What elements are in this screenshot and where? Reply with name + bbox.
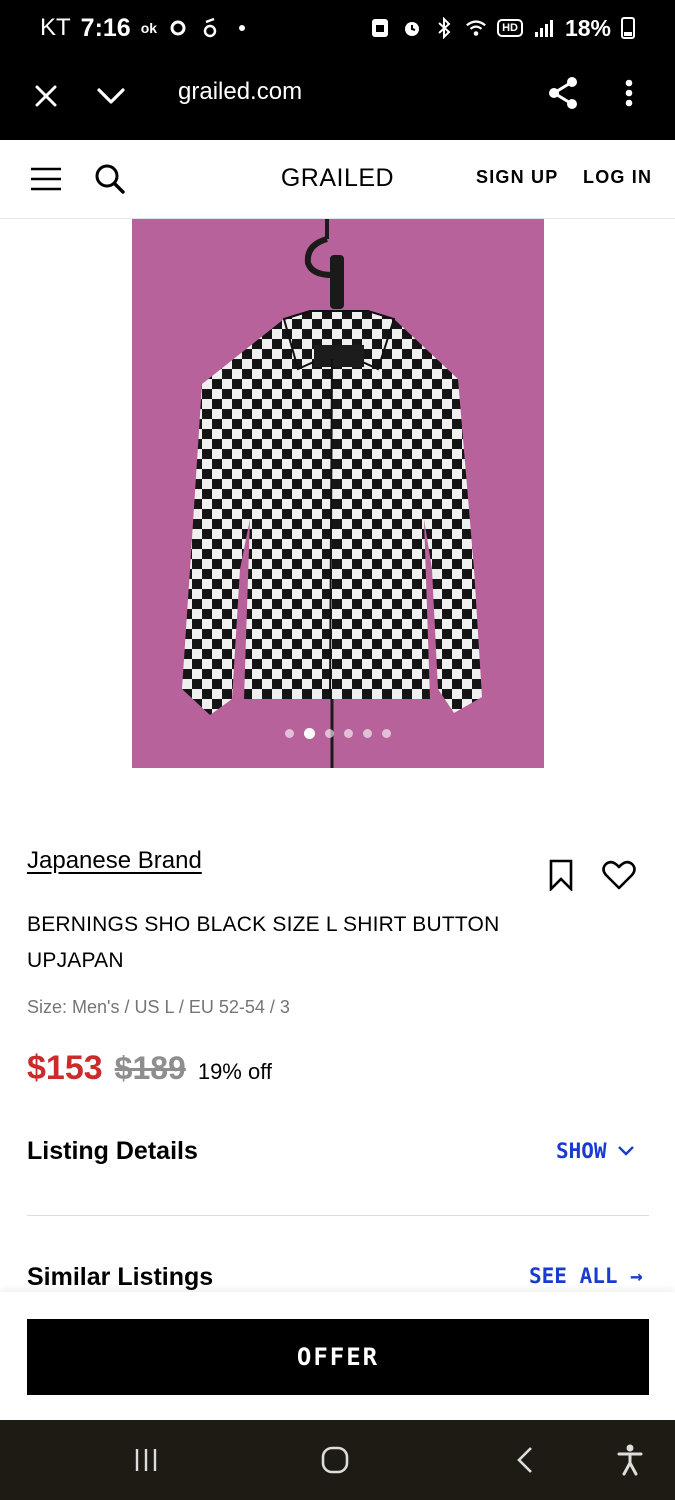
carousel-dot[interactable] — [344, 729, 353, 738]
product-size: Size: Men's / US L / EU 52-54 / 3 — [27, 997, 290, 1017]
system-nav-bar — [0, 1420, 675, 1500]
carousel-dot[interactable] — [325, 729, 334, 738]
carrier-label: KT — [40, 14, 71, 41]
bluetooth-icon — [433, 17, 455, 39]
more-icon[interactable] — [614, 76, 644, 110]
accessibility-icon[interactable] — [610, 1440, 650, 1480]
chevron-down-icon — [617, 1146, 634, 1156]
signal-icon — [533, 17, 555, 39]
battery-percent: 18% — [564, 14, 611, 41]
see-all-link[interactable]: SEE ALL → — [529, 1264, 643, 1288]
save-icon — [369, 17, 391, 39]
show-details-button[interactable]: SHOW — [556, 1139, 635, 1163]
product-title: BERNINGS SHO BLACK SIZE L SHIRT BUTTON U… — [27, 913, 500, 972]
home-icon[interactable] — [315, 1440, 355, 1480]
divider — [27, 1215, 649, 1216]
search-icon[interactable] — [93, 162, 127, 196]
discount-label: 19% off — [197, 1059, 273, 1084]
recent-apps-icon[interactable] — [126, 1440, 166, 1480]
url-text[interactable]: grailed.com — [178, 78, 302, 106]
heart-icon[interactable] — [602, 858, 636, 892]
site-header: GRAILED SIGN UP LOG IN — [0, 140, 675, 219]
carousel-dot[interactable] — [382, 729, 391, 738]
notification-app-icon — [199, 17, 221, 39]
carousel-dot-active[interactable] — [304, 728, 315, 739]
alarm-icon — [401, 17, 423, 39]
status-bar: KT 7:16 ok HD 18% — [0, 0, 675, 56]
offer-button[interactable]: OFFER — [27, 1319, 649, 1395]
wifi-icon — [465, 17, 487, 39]
dot-icon — [231, 17, 253, 39]
offer-bar: OFFER — [0, 1292, 675, 1420]
carousel-dot[interactable] — [363, 729, 372, 738]
brand-logo[interactable]: GRAILED — [281, 164, 394, 192]
product-photo — [182, 219, 482, 768]
back-icon[interactable] — [505, 1440, 545, 1480]
status-right: HD 18% — [369, 15, 635, 42]
bookmark-icon[interactable] — [544, 858, 578, 892]
log-in-link[interactable]: LOG IN — [583, 167, 652, 188]
similar-listings-heading: Similar Listings — [27, 1263, 214, 1291]
hd-badge: HD — [497, 19, 523, 37]
listing-details-heading: Listing Details — [27, 1137, 198, 1165]
original-price: $189 — [114, 1050, 186, 1086]
notification-ok: ok — [140, 20, 158, 36]
designer-link[interactable]: Japanese Brand — [27, 847, 202, 875]
notification-icon — [167, 17, 189, 39]
status-left: KT 7:16 ok — [40, 14, 253, 43]
carousel-dot[interactable] — [285, 729, 294, 738]
status-time: 7:16 — [80, 13, 131, 42]
browser-toolbar: grailed.com — [0, 56, 675, 140]
sign-up-link[interactable]: SIGN UP — [476, 167, 558, 188]
close-icon[interactable] — [30, 80, 62, 112]
chevron-down-icon[interactable] — [94, 80, 128, 112]
show-details-label: SHOW — [556, 1139, 607, 1163]
battery-icon — [621, 17, 635, 39]
carousel-dots[interactable] — [132, 728, 544, 739]
menu-icon[interactable] — [28, 164, 64, 194]
current-price: $153 — [27, 1049, 103, 1087]
product-image-carousel[interactable] — [132, 219, 544, 768]
share-icon[interactable] — [545, 74, 581, 112]
price-row: $153 $189 19% off — [27, 1049, 272, 1088]
